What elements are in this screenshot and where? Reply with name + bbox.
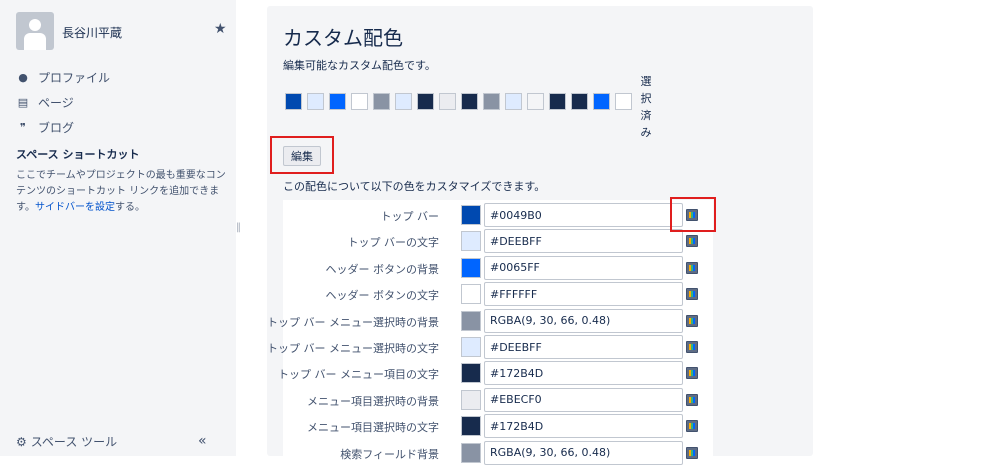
color-picker-icon[interactable] [686, 393, 698, 406]
color-setting-row: メニュー項目選択時の文字 [283, 413, 713, 439]
color-setting-row: トップ バーの文字 [283, 228, 713, 254]
color-setting-label: トップ バー メニュー項目の文字 [278, 368, 439, 382]
color-preview-chip[interactable] [461, 337, 481, 357]
sidebar-item-blog[interactable]: ❞ ブログ [16, 118, 74, 136]
sidebar: 長谷川平蔵 ★ ● プロファイル ▤ ページ ❞ ブログ スペース ショートカッ… [0, 0, 236, 456]
picker-highlight [670, 197, 716, 232]
gear-icon: ⚙ [16, 434, 27, 449]
color-value-input[interactable] [484, 440, 683, 465]
color-preview-chip[interactable] [461, 257, 481, 278]
color-picker-icon[interactable] [686, 235, 698, 248]
color-settings-table: トップ バートップ バーの文字ヘッダー ボタンの背景ヘッダー ボタンの文字トップ… [267, 200, 713, 465]
shortcut-text-after: する。 [115, 202, 145, 213]
color-setting-row: トップ バー メニュー選択時の文字 [267, 334, 713, 360]
color-picker-icon[interactable] [686, 261, 698, 274]
color-value-input[interactable] [484, 282, 683, 307]
color-swatch [615, 93, 632, 110]
color-swatch [461, 93, 478, 110]
color-picker-icon[interactable] [686, 341, 698, 353]
person-icon: ● [18, 70, 28, 84]
color-setting-label: メニュー項目選択時の背景 [307, 394, 439, 408]
color-value-input[interactable] [484, 414, 683, 439]
sidebar-item-label: ページ [38, 95, 74, 110]
selected-label: 選択済み [640, 75, 652, 139]
color-setting-label: メニュー項目選択時の文字 [307, 421, 439, 435]
color-swatch [527, 93, 544, 110]
color-swatch [439, 93, 456, 110]
edit-button-highlight [270, 136, 334, 174]
color-preview-chip[interactable] [461, 284, 481, 305]
space-shortcuts-heading: スペース ショートカット [16, 148, 140, 161]
sidebar-resize-handle[interactable]: ‖ [236, 222, 241, 233]
page-icon: ▤ [17, 95, 29, 109]
color-swatch [571, 93, 588, 110]
quote-icon: ❞ [20, 120, 26, 134]
color-picker-icon[interactable] [686, 420, 698, 433]
color-setting-row: トップ バー [283, 202, 713, 228]
color-swatch [395, 93, 412, 110]
color-value-input[interactable] [484, 361, 683, 386]
color-setting-label: 検索フィールド背景 [340, 447, 439, 461]
color-preview-chip[interactable] [461, 389, 481, 410]
avatar-head-shape [29, 19, 41, 31]
color-setting-row: 検索フィールド背景 [283, 440, 713, 466]
color-swatch [351, 93, 368, 110]
color-setting-row: トップ バー メニュー項目の文字 [278, 360, 713, 386]
avatar[interactable] [16, 12, 54, 50]
page-title: カスタム配色 [283, 26, 403, 50]
color-swatch [307, 93, 324, 110]
space-tools-label: スペース ツール [30, 435, 118, 449]
color-swatch [329, 93, 346, 110]
scheme-description: 編集可能なカスタム配色です。 [283, 59, 436, 72]
space-tools-button[interactable]: ⚙ スペース ツール [16, 433, 117, 450]
color-setting-label: トップ バーの文字 [347, 236, 440, 250]
sidebar-item-label: ブログ [38, 120, 75, 135]
color-value-input[interactable] [484, 229, 683, 254]
color-swatch [483, 93, 500, 110]
color-setting-row: ヘッダー ボタンの文字 [283, 281, 713, 307]
color-swatch [417, 93, 434, 110]
color-setting-label: ヘッダー ボタンの文字 [325, 289, 440, 303]
color-preview-chip[interactable] [461, 416, 481, 437]
color-value-input[interactable] [484, 308, 683, 333]
collapse-sidebar-icon[interactable]: « [198, 433, 207, 449]
color-swatch [593, 93, 610, 110]
sidebar-item-label: プロファイル [38, 70, 111, 85]
color-value-input[interactable] [484, 335, 683, 359]
color-value-input[interactable] [484, 203, 683, 227]
color-picker-icon[interactable] [686, 288, 698, 301]
sidebar-item-pages[interactable]: ▤ ページ [16, 93, 74, 111]
color-setting-label: トップ バー [380, 210, 440, 223]
color-swatch [505, 93, 522, 110]
color-value-input[interactable] [484, 387, 683, 412]
color-preview-chip[interactable] [461, 231, 481, 252]
color-swatch [285, 93, 302, 110]
color-swatch [549, 93, 566, 110]
color-picker-icon[interactable] [686, 367, 698, 380]
space-shortcuts-description: ここでチームやプロジェクトの最も重要なコンテンツのショートカット リンクを追加で… [16, 168, 226, 216]
color-preview-chip[interactable] [461, 205, 481, 225]
star-icon[interactable]: ★ [214, 21, 227, 37]
color-preview-chip[interactable] [461, 442, 481, 463]
color-preview-chip[interactable] [461, 363, 481, 384]
customize-note: この配色について以下の色をカスタマイズできます。 [283, 180, 546, 193]
avatar-body-shape [24, 33, 46, 50]
color-picker-icon[interactable] [686, 446, 698, 459]
color-setting-row: ヘッダー ボタンの背景 [283, 255, 713, 281]
color-setting-label: トップ バー メニュー選択時の背景 [267, 315, 439, 329]
color-swatch [373, 93, 390, 110]
color-preview-chip[interactable] [461, 310, 481, 331]
color-setting-label: トップ バー メニュー選択時の文字 [267, 342, 439, 355]
color-setting-row: トップ バー メニュー選択時の背景 [267, 308, 713, 334]
sidebar-item-profile[interactable]: ● プロファイル [16, 68, 110, 86]
color-picker-icon[interactable] [686, 314, 698, 327]
color-value-input[interactable] [484, 255, 683, 280]
configure-sidebar-link[interactable]: サイドバーを設定 [35, 202, 115, 213]
scheme-swatch-row[interactable] [285, 93, 637, 110]
color-setting-row: メニュー項目選択時の背景 [283, 387, 713, 413]
color-setting-label: ヘッダー ボタンの背景 [325, 262, 440, 276]
user-name[interactable]: 長谷川平蔵 [62, 24, 122, 41]
